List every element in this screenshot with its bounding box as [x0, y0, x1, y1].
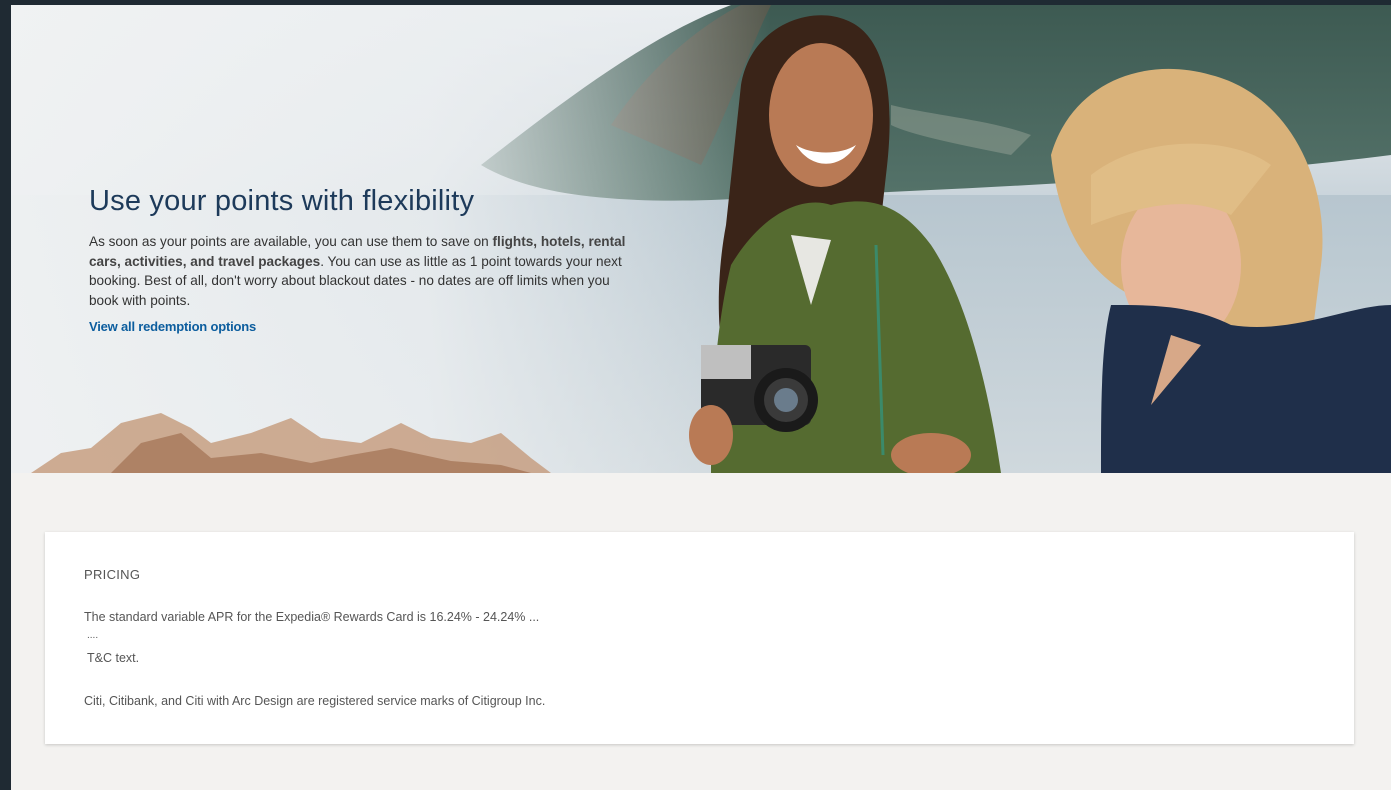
trademark-text: Citi, Citibank, and Citi with Arc Design…	[84, 694, 546, 708]
rocks-photo	[31, 413, 551, 473]
hero-title: Use your points with flexibility	[89, 185, 475, 217]
hero-description: As soon as your points are available, yo…	[89, 232, 629, 310]
people-photo	[689, 15, 1391, 473]
tc-text: T&C text.	[87, 651, 140, 665]
apr-text: The standard variable APR for the Expedi…	[84, 610, 540, 624]
view-redemption-options-link[interactable]: View all redemption options	[89, 319, 256, 334]
pricing-heading: PRICING	[84, 567, 141, 582]
page-frame: Use your points with flexibility As soon…	[11, 5, 1391, 790]
hero-banner: Use your points with flexibility As soon…	[11, 5, 1391, 473]
hero-text-block: Use your points with flexibility As soon…	[89, 185, 629, 336]
hero-description-intro: As soon as your points are available, yo…	[89, 234, 493, 249]
pricing-ellipsis: ....	[87, 630, 99, 641]
pricing-card: PRICING The standard variable APR for th…	[45, 532, 1354, 744]
